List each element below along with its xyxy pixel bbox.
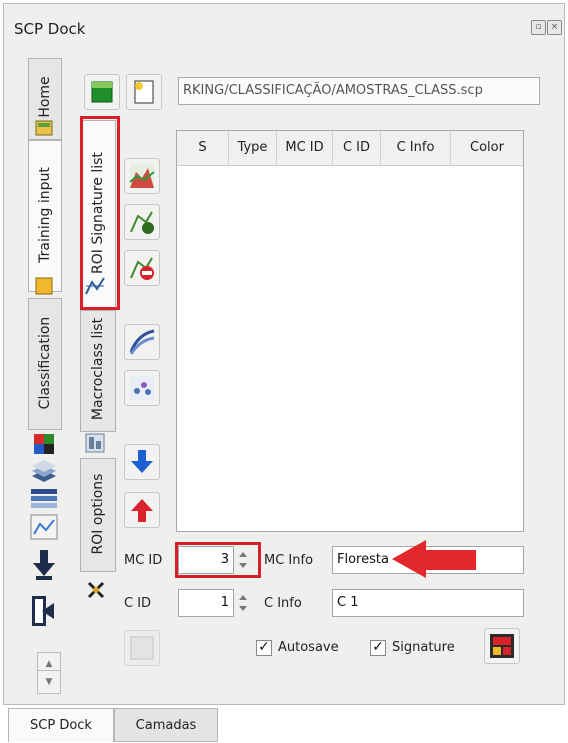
band-list-icon[interactable] [30, 488, 58, 510]
table-header: S Type MC ID C ID C Info Color [177, 131, 523, 166]
mc-id-highlight [175, 542, 261, 578]
band-set-icon[interactable] [32, 432, 56, 456]
tab-camadas[interactable]: Camadas [114, 708, 218, 742]
open-file-button[interactable] [126, 74, 162, 110]
delete-signature-button[interactable] [124, 250, 160, 286]
red-arrow-pointer [392, 540, 476, 578]
path-field[interactable]: RKING/CLASSIFICAÇÃO/AMOSTRAS_CLASS.scp [178, 77, 540, 105]
float-icon[interactable]: ▫ [531, 20, 546, 35]
tab-scp-dock[interactable]: SCP Dock [8, 708, 114, 742]
tools-icon[interactable] [86, 580, 106, 600]
layers-stack-icon[interactable] [30, 460, 58, 484]
signature-label: Signature [392, 640, 455, 655]
import-button[interactable] [124, 444, 160, 480]
scroll-down-button[interactable]: ▼ [37, 670, 61, 694]
column-header-c-id[interactable]: C ID [333, 131, 381, 165]
exit-arrow-icon[interactable] [30, 594, 58, 628]
autosave-label: Autosave [278, 640, 339, 655]
save-signature-button[interactable] [484, 628, 520, 664]
signature-checkbox[interactable]: ✓ [370, 640, 386, 656]
c-id-spinner[interactable] [236, 590, 250, 616]
scatter-plot-button[interactable] [124, 370, 160, 406]
new-file-button[interactable] [84, 74, 120, 110]
c-id-label: C ID [124, 596, 152, 611]
autosave-checkbox[interactable]: ✓ [256, 640, 272, 656]
tab-training-input[interactable]: Training input [28, 140, 62, 292]
tab-macroclass-list[interactable]: Macroclass list [80, 310, 116, 432]
add-signature-button[interactable] [124, 204, 160, 240]
dock-title: SCP Dock [14, 20, 86, 38]
tab-roi-options-label: ROI options [90, 473, 106, 555]
training-tab-icon [35, 120, 53, 136]
tab-roi-options[interactable]: ROI options [80, 458, 116, 572]
macroclass-icon [85, 433, 105, 453]
download-arrow-icon[interactable] [30, 548, 58, 582]
column-header-c-info[interactable]: C Info [381, 131, 451, 165]
c-info-input[interactable]: C 1 [332, 589, 524, 617]
spectral-plot-icon[interactable] [30, 514, 58, 540]
classification-tab-icon [35, 277, 53, 295]
mc-info-label: MC Info [264, 553, 314, 568]
tab-training-label: Training input [37, 167, 53, 263]
signature-table[interactable]: S Type MC ID C ID C Info Color [176, 130, 524, 532]
signature-plot-icon [85, 277, 105, 295]
tab-classification[interactable]: Classification [28, 298, 62, 430]
c-info-label: C Info [264, 596, 302, 611]
c-id-input[interactable]: 1 [178, 589, 234, 617]
column-header-s[interactable]: S [177, 131, 229, 165]
export-button[interactable] [124, 492, 160, 528]
tab-macroclass-label: Macroclass list [90, 317, 106, 421]
mc-id-label: MC ID [124, 553, 163, 568]
spectral-signature-button[interactable] [124, 324, 160, 360]
tab-classification-label: Classification [37, 316, 53, 410]
close-icon[interactable]: × [547, 20, 562, 35]
plot-signature-button[interactable] [124, 158, 160, 194]
column-header-mc-id[interactable]: MC ID [277, 131, 333, 165]
column-header-type[interactable]: Type [229, 131, 277, 165]
undo-button[interactable] [124, 630, 160, 666]
column-header-color[interactable]: Color [451, 131, 523, 165]
